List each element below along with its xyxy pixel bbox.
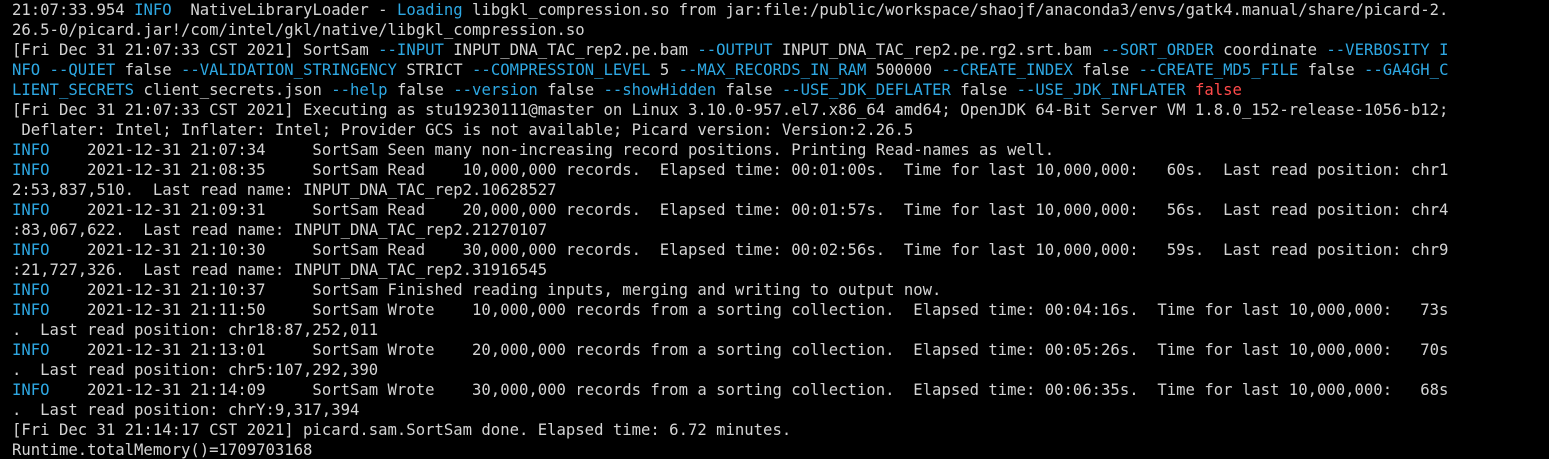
log-text: libgkl_compression.so from jar:file:/pub…	[462, 1, 1449, 19]
log-text: false	[950, 81, 1017, 99]
log-text: false	[1298, 61, 1364, 79]
log-text: 2021-12-31 21:10:30 SortSam Read 30,000,…	[49, 241, 1449, 259]
log-text: :21,727,326. Last read name: INPUT_DNA_T…	[12, 261, 548, 279]
log-text: 2021-12-31 21:08:35 SortSam Read 10,000,…	[49, 161, 1449, 179]
log-keyword: --showHidden	[603, 81, 717, 99]
log-text: [Fri Dec 31 21:07:33 CST 2021] Executing…	[12, 101, 1449, 119]
log-keyword: --VERBOSITY I	[1326, 41, 1449, 59]
log-keyword: INFO	[12, 381, 50, 399]
terminal-line: . Last read position: chrY:9,317,394	[12, 400, 1549, 420]
log-text: 2021-12-31 21:11:50 SortSam Wrote 10,000…	[49, 301, 1449, 319]
log-keyword: INFO	[12, 241, 50, 259]
terminal-line: LIENT_SECRETS client_secrets.json --help…	[12, 80, 1549, 100]
log-text: false	[716, 81, 782, 99]
log-text: INPUT_DNA_TAC_rep2.pe.bam	[443, 41, 698, 59]
log-keyword: --USE_JDK_INFLATER	[1016, 81, 1186, 99]
log-text: . Last read position: chr5:107,292,390	[12, 361, 379, 379]
log-text: 500000	[866, 61, 942, 79]
terminal-line: NFO --QUIET false --VALIDATION_STRINGENC…	[12, 60, 1549, 80]
log-text: coordinate	[1213, 41, 1327, 59]
terminal-line: INFO 2021-12-31 21:13:01 SortSam Wrote 2…	[12, 340, 1549, 360]
terminal-line: [Fri Dec 31 21:07:33 CST 2021] Executing…	[12, 100, 1549, 120]
log-text: false	[115, 61, 181, 79]
log-text: . Last read position: chrY:9,317,394	[12, 401, 360, 419]
terminal-line: 21:07:33.954 INFO NativeLibraryLoader - …	[12, 0, 1549, 20]
log-text: 2021-12-31 21:07:34 SortSam Seen many no…	[49, 141, 1055, 159]
log-keyword: INFO	[12, 141, 50, 159]
log-text: 21:07:33.954	[12, 1, 135, 19]
terminal-line: INFO 2021-12-31 21:14:09 SortSam Wrote 3…	[12, 380, 1549, 400]
log-keyword: --SORT_ORDER	[1101, 41, 1214, 59]
log-text: 26.5-0/picard.jar!/com/intel/gkl/native/…	[12, 21, 585, 39]
terminal-line: INFO 2021-12-31 21:11:50 SortSam Wrote 1…	[12, 300, 1549, 320]
log-text: Runtime.totalMemory()=1709703168	[12, 441, 313, 459]
log-keyword: --CREATE_INDEX	[941, 61, 1073, 79]
log-keyword: --COMPRESSION_LEVEL	[472, 61, 651, 79]
log-keyword: --CREATE_MD5_FILE	[1138, 61, 1299, 79]
terminal-line: INFO 2021-12-31 21:10:37 SortSam Finishe…	[12, 280, 1549, 300]
log-keyword: Loading	[396, 1, 463, 19]
terminal-line: [Fri Dec 31 21:14:17 CST 2021] picard.sa…	[12, 420, 1549, 440]
terminal-line: . Last read position: chr5:107,292,390	[12, 360, 1549, 380]
log-text: NativeLibraryLoader -	[171, 1, 397, 19]
log-text: [Fri Dec 31 21:14:17 CST 2021] picard.sa…	[12, 421, 792, 439]
log-text: false	[387, 81, 454, 99]
terminal-line: 26.5-0/picard.jar!/com/intel/gkl/native/…	[12, 20, 1549, 40]
log-keyword: INFO	[12, 341, 50, 359]
log-text: STRICT	[396, 61, 473, 79]
log-text: false	[1072, 61, 1139, 79]
terminal-line: . Last read position: chr18:87,252,011	[12, 320, 1549, 340]
log-text: . Last read position: chr18:87,252,011	[12, 321, 379, 339]
log-keyword: INFO	[134, 1, 172, 19]
log-text: 2021-12-31 21:13:01 SortSam Wrote 20,000…	[49, 341, 1449, 359]
terminal-line: INFO 2021-12-31 21:10:30 SortSam Read 30…	[12, 240, 1549, 260]
log-keyword: --help	[331, 81, 388, 99]
log-text: 2021-12-31 21:14:09 SortSam Wrote 30,000…	[49, 381, 1449, 399]
terminal-line: :83,067,622. Last read name: INPUT_DNA_T…	[12, 220, 1549, 240]
terminal-line: INFO 2021-12-31 21:07:34 SortSam Seen ma…	[12, 140, 1549, 160]
terminal-line: INFO 2021-12-31 21:08:35 SortSam Read 10…	[12, 160, 1549, 180]
log-text: Deflater: Intel; Inflater: Intel; Provid…	[12, 121, 914, 139]
log-keyword: LIENT_SECRETS	[12, 81, 135, 99]
terminal-line: :21,727,326. Last read name: INPUT_DNA_T…	[12, 260, 1549, 280]
terminal-line: [Fri Dec 31 21:07:33 CST 2021] SortSam -…	[12, 40, 1549, 60]
log-text: false	[537, 81, 604, 99]
log-text: 2021-12-31 21:09:31 SortSam Read 20,000,…	[49, 201, 1449, 219]
log-keyword: --version	[453, 81, 538, 99]
log-text: client_secrets.json	[134, 81, 332, 99]
log-keyword: --GA4GH_C	[1363, 61, 1449, 79]
log-keyword: INFO	[12, 301, 50, 319]
log-keyword: --VALIDATION_STRINGENCY	[181, 61, 397, 79]
terminal-line: 2:53,837,510. Last read name: INPUT_DNA_…	[12, 180, 1549, 200]
log-text: :83,067,622. Last read name: INPUT_DNA_T…	[12, 221, 548, 239]
log-keyword: NFO --QUIET	[12, 61, 116, 79]
terminal-line: INFO 2021-12-31 21:09:31 SortSam Read 20…	[12, 200, 1549, 220]
terminal-window[interactable]: 21:07:33.954 INFO NativeLibraryLoader - …	[0, 0, 1549, 459]
log-keyword: INFO	[12, 201, 50, 219]
log-text: 5	[650, 61, 679, 79]
log-keyword: INFO	[12, 281, 50, 299]
terminal-line: Runtime.totalMemory()=1709703168	[12, 440, 1549, 459]
log-keyword: INFO	[12, 161, 50, 179]
log-value-false: false	[1185, 81, 1242, 99]
log-text: 2021-12-31 21:10:37 SortSam Finished rea…	[49, 281, 942, 299]
log-keyword: --INPUT	[378, 41, 444, 59]
log-keyword: --USE_JDK_DEFLATER	[781, 81, 951, 99]
terminal-line: Deflater: Intel; Inflater: Intel; Provid…	[12, 120, 1549, 140]
log-keyword: --OUTPUT	[697, 41, 773, 59]
log-text: INPUT_DNA_TAC_rep2.pe.rg2.srt.bam	[772, 41, 1102, 59]
log-text: [Fri Dec 31 21:07:33 CST 2021] SortSam	[12, 41, 379, 59]
log-text: 2:53,837,510. Last read name: INPUT_DNA_…	[12, 181, 557, 199]
log-keyword: --MAX_RECORDS_IN_RAM	[678, 61, 867, 79]
